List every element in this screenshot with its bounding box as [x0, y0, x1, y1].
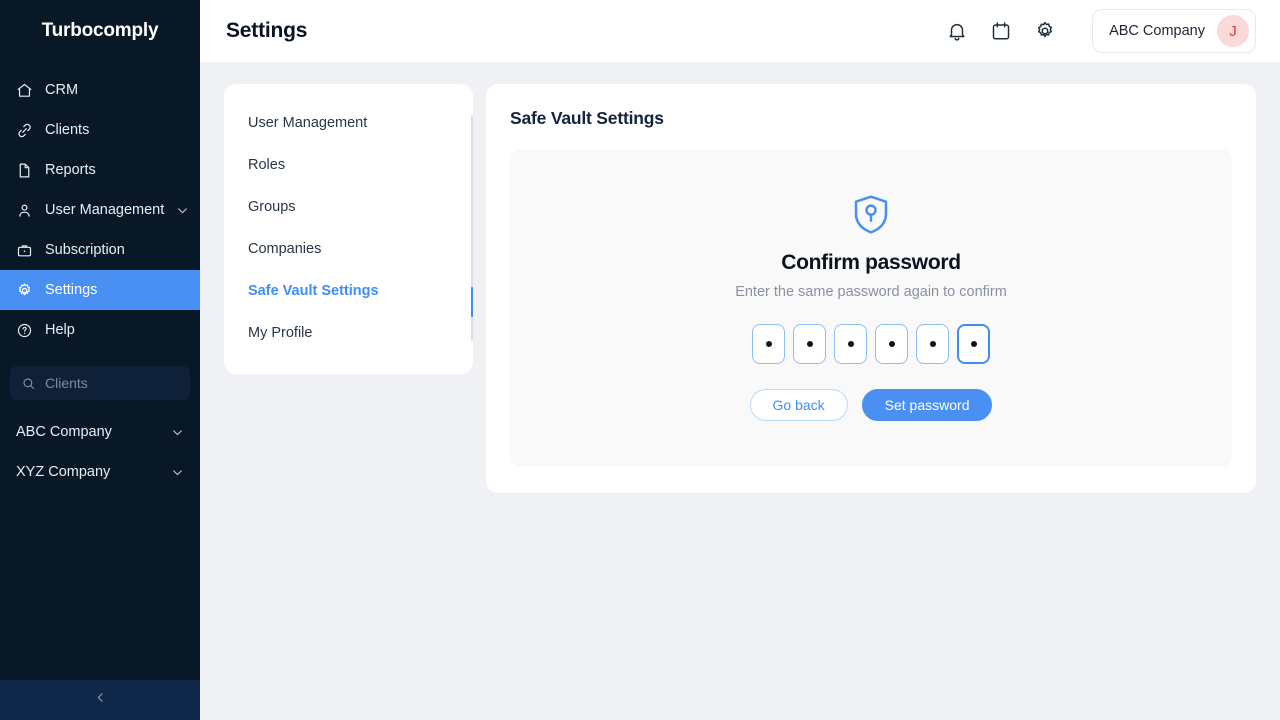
header-actions: ABC Company J: [946, 9, 1256, 53]
go-back-button[interactable]: Go back: [749, 389, 848, 421]
settings-nav-label: Roles: [248, 157, 286, 173]
chevron-left-icon: [94, 691, 107, 709]
settings-nav-scroll-track[interactable]: [471, 115, 473, 341]
sidebar-item-clients[interactable]: Clients: [0, 110, 200, 150]
panel-title: Safe Vault Settings: [510, 108, 664, 128]
calendar-icon[interactable]: [990, 20, 1012, 42]
top-header: Settings ABC Company J: [200, 0, 1280, 62]
otp-cell-5[interactable]: [916, 324, 949, 364]
avatar: J: [1217, 15, 1249, 47]
gear-icon[interactable]: [1034, 20, 1056, 42]
settings-nav-label: User Management: [248, 115, 368, 131]
sidebar-item-label: Settings: [45, 282, 98, 298]
sidebar-item-subscription[interactable]: Subscription: [0, 230, 200, 270]
search-input[interactable]: [45, 375, 179, 391]
sidebar-item-label: User Management: [45, 202, 165, 218]
settings-nav-label: Safe Vault Settings: [248, 283, 379, 299]
search-box[interactable]: [10, 366, 190, 400]
sidebar-item-label: Clients: [45, 122, 90, 138]
search-icon: [21, 376, 36, 391]
company-label: XYZ Company: [16, 464, 111, 480]
link-icon: [16, 122, 33, 139]
page-title: Settings: [226, 19, 308, 42]
sidebar-item-user-management[interactable]: User Management: [0, 190, 200, 230]
chevron-down-icon: [171, 466, 184, 479]
otp-masked-dot: [847, 341, 854, 347]
settings-nav-item-my-profile[interactable]: My Profile: [248, 312, 449, 354]
sidebar-search: [0, 356, 200, 400]
company-item-abc[interactable]: ABC Company: [0, 412, 200, 452]
gear-icon: [16, 282, 33, 299]
otp-masked-dot: [970, 341, 977, 347]
company-list: ABC Company XYZ Company: [0, 412, 200, 492]
settings-nav-card: User Management Roles Groups Companies S…: [224, 84, 473, 374]
button-row: Go back Set password: [749, 389, 993, 421]
otp-cell-6[interactable]: [957, 324, 990, 364]
settings-nav-active-indicator: [471, 287, 473, 317]
set-password-button[interactable]: Set password: [861, 389, 993, 421]
sidebar-item-settings[interactable]: Settings: [0, 270, 200, 310]
sidebar-item-reports[interactable]: Reports: [0, 150, 200, 190]
otp-masked-dot: [765, 341, 772, 347]
otp-masked-dot: [888, 341, 895, 347]
bell-icon[interactable]: [946, 20, 968, 42]
sidebar-item-help[interactable]: Help: [0, 310, 200, 350]
settings-nav-label: Companies: [248, 241, 322, 257]
chevron-down-icon: [176, 204, 189, 217]
question-circle-icon: [16, 322, 33, 339]
home-icon: [16, 82, 33, 99]
sidebar-item-crm[interactable]: CRM: [0, 70, 200, 110]
settings-nav-item-companies[interactable]: Companies: [248, 228, 449, 270]
settings-nav-item-roles[interactable]: Roles: [248, 144, 449, 186]
confirm-password-subtitle: Enter the same password again to confirm: [735, 284, 1007, 300]
settings-nav-item-groups[interactable]: Groups: [248, 186, 449, 228]
company-label: ABC Company: [16, 424, 112, 440]
safe-vault-panel: Safe Vault Settings Confirm password Ent…: [486, 84, 1256, 493]
sidebar-collapse-button[interactable]: [0, 680, 200, 720]
confirm-password-heading: Confirm password: [781, 251, 961, 274]
sidebar: Turbocomply CRM Clients Reports User Man…: [0, 0, 200, 720]
otp-input-group: [752, 324, 990, 364]
settings-nav-label: Groups: [248, 199, 296, 215]
main-area: Settings ABC Company J User Management R…: [200, 0, 1280, 720]
sidebar-item-label: Subscription: [45, 242, 125, 258]
account-company-name: ABC Company: [1109, 23, 1205, 39]
otp-cell-2[interactable]: [793, 324, 826, 364]
otp-cell-1[interactable]: [752, 324, 785, 364]
sidebar-item-label: CRM: [45, 82, 79, 98]
briefcase-icon: [16, 242, 33, 259]
settings-nav-label: My Profile: [248, 325, 313, 341]
account-menu[interactable]: ABC Company J: [1092, 9, 1256, 53]
sidebar-nav: CRM Clients Reports User Management Subs…: [0, 70, 200, 350]
company-item-xyz[interactable]: XYZ Company: [0, 452, 200, 492]
shield-keyhole-icon: [851, 193, 891, 237]
settings-nav-list: User Management Roles Groups Companies S…: [224, 102, 473, 354]
otp-masked-dot: [806, 341, 813, 347]
otp-cell-3[interactable]: [834, 324, 867, 364]
app-root: Turbocomply CRM Clients Reports User Man…: [0, 0, 1280, 720]
brand-logo: Turbocomply: [41, 20, 159, 41]
user-icon: [16, 202, 33, 219]
sidebar-item-label: Help: [45, 322, 75, 338]
otp-masked-dot: [929, 341, 936, 347]
document-icon: [16, 162, 33, 179]
confirm-password-box: Confirm password Enter the same password…: [510, 149, 1232, 467]
chevron-down-icon: [171, 426, 184, 439]
settings-nav-item-safe-vault-settings[interactable]: Safe Vault Settings: [248, 270, 449, 312]
content-area: User Management Roles Groups Companies S…: [200, 62, 1280, 720]
settings-nav-item-user-management[interactable]: User Management: [248, 102, 449, 144]
sidebar-item-label: Reports: [45, 162, 96, 178]
otp-cell-4[interactable]: [875, 324, 908, 364]
